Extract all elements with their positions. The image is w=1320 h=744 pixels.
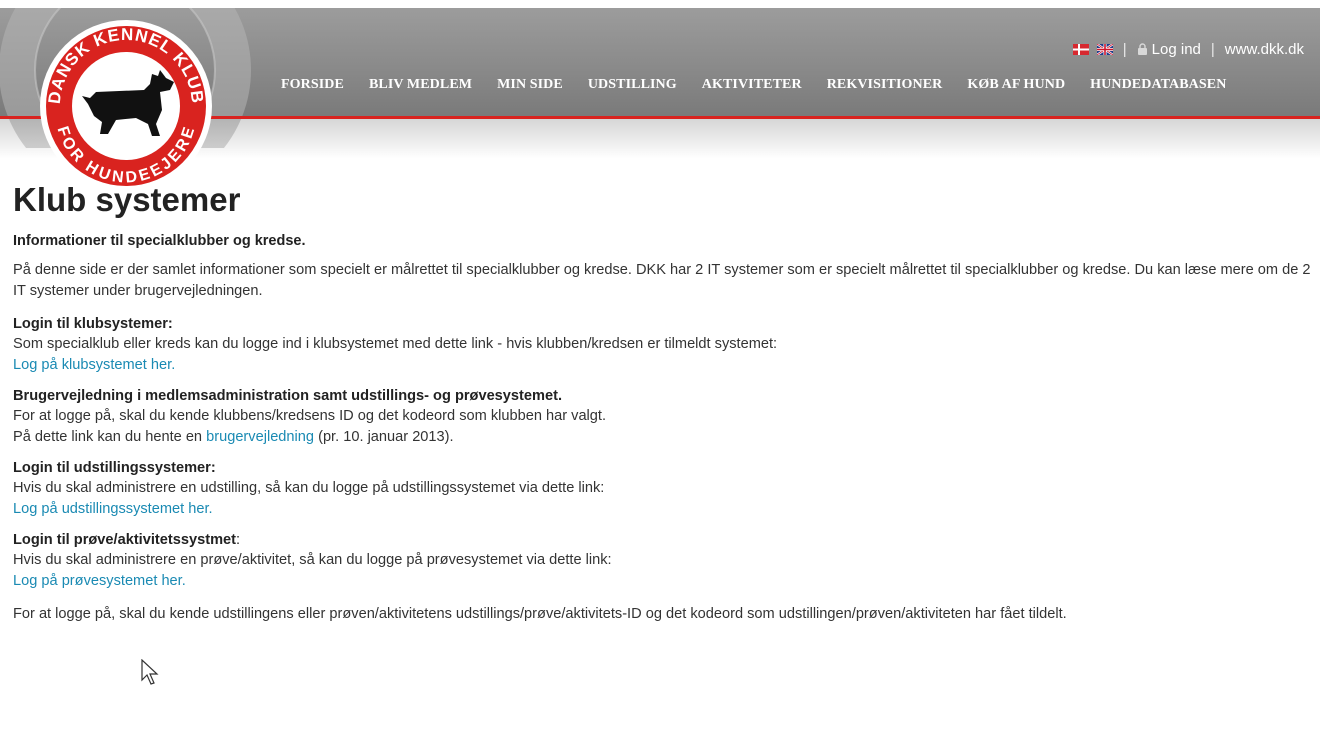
section-text: Hvis du skal administrere en prøve/aktiv… bbox=[13, 552, 612, 568]
uk-flag-icon[interactable] bbox=[1096, 43, 1113, 55]
footer-note: For at logge på, skal du kende udstillin… bbox=[13, 606, 1067, 622]
header-top-spacer bbox=[0, 0, 1320, 8]
proevesystem-login-link[interactable]: Log på prøvesystemet her. bbox=[13, 573, 186, 589]
heading-colon: : bbox=[236, 532, 241, 548]
klubsystem-login-link[interactable]: Log på klubsystemet her. bbox=[13, 357, 175, 373]
section-udstillingssystemer: Login til udstillingssystemer: Hvis du s… bbox=[13, 458, 1313, 520]
danish-flag-icon[interactable] bbox=[1072, 43, 1089, 55]
nav-item-rekvisitioner[interactable]: REKVISITIONER bbox=[827, 77, 943, 99]
main-content: Klub systemer Informationer til specialk… bbox=[13, 180, 1313, 625]
intro-text: På denne side er der samlet informatione… bbox=[13, 262, 1311, 299]
page-subtitle: Informationer til specialklubber og kred… bbox=[13, 233, 306, 249]
section-heading: Login til klubsystemer: bbox=[13, 316, 173, 332]
page-title: Klub systemer bbox=[13, 181, 241, 218]
text-fragment: På dette link kan du hente en bbox=[13, 429, 207, 445]
section-heading: Login til udstillingssystemer: bbox=[13, 460, 216, 476]
nav-item-koeb-af-hund[interactable]: KØB AF HUND bbox=[967, 77, 1065, 99]
main-nav: FORSIDE BLIV MEDLEM MIN SIDE UDSTILLING … bbox=[270, 77, 1251, 99]
utility-bar: | Log ind | www.dkk.dk bbox=[1072, 39, 1304, 59]
section-heading: Login til prøve/aktivitetssystmet: bbox=[13, 530, 1313, 550]
udstillingssystem-login-link[interactable]: Log på udstillingssystemet her. bbox=[13, 501, 213, 517]
section-text-with-link: På dette link kan du hente en brugervejl… bbox=[13, 427, 1313, 448]
section-heading-text: Login til prøve/aktivitetssystmet bbox=[13, 532, 237, 548]
lock-icon bbox=[1137, 43, 1147, 55]
text-fragment: (pr. 10. januar 2013). bbox=[314, 429, 454, 445]
nav-item-forside[interactable]: FORSIDE bbox=[281, 77, 344, 99]
dkk-logo[interactable]: DANSK KENNEL KLUB FOR HUNDEEJERE bbox=[32, 12, 220, 200]
mouse-cursor-icon bbox=[141, 659, 159, 685]
nav-item-bliv-medlem[interactable]: BLIV MEDLEM bbox=[369, 77, 472, 99]
nav-item-min-side[interactable]: MIN SIDE bbox=[497, 77, 563, 99]
section-brugervejledning: Brugervejledning i medlemsadministration… bbox=[13, 386, 1313, 448]
nav-item-hundedatabasen[interactable]: HUNDEDATABASEN bbox=[1090, 77, 1226, 99]
utility-separator: | bbox=[1122, 40, 1127, 58]
nav-item-aktiviteter[interactable]: AKTIVITETER bbox=[702, 77, 802, 99]
section-klubsystemer: Login til klubsystemer: Som specialklub … bbox=[13, 314, 1313, 376]
site-link[interactable]: www.dkk.dk bbox=[1225, 41, 1304, 58]
utility-separator: | bbox=[1210, 40, 1215, 58]
section-heading: Brugervejledning i medlemsadministration… bbox=[13, 388, 563, 404]
login-link[interactable]: Log ind bbox=[1152, 41, 1201, 58]
section-text: Hvis du skal administrere en udstilling,… bbox=[13, 480, 605, 496]
brugervejledning-link[interactable]: brugervejledning bbox=[206, 429, 314, 445]
section-text: Som specialklub eller kreds kan du logge… bbox=[13, 336, 778, 352]
section-proevesystem: Login til prøve/aktivitetssystmet: Hvis … bbox=[13, 530, 1313, 592]
section-text: For at logge på, skal du kende klubbens/… bbox=[13, 408, 607, 424]
nav-item-udstilling[interactable]: UDSTILLING bbox=[588, 77, 677, 99]
